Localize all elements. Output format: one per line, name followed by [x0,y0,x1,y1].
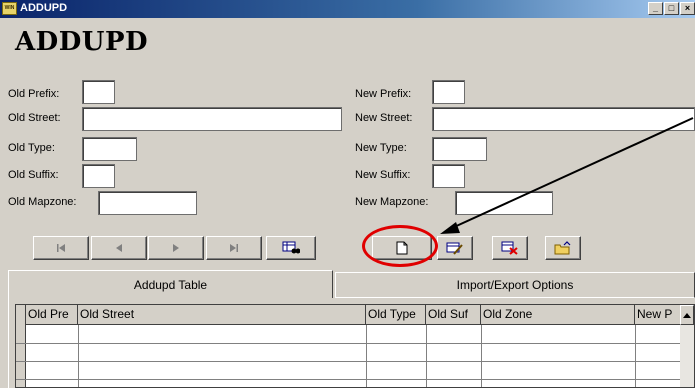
vertical-scrollbar[interactable] [680,325,694,387]
tab-addupd-table-label: Addupd Table [133,277,208,292]
column-header-old-zone[interactable]: Old Zone [481,305,635,325]
new-type-label: New Type: [355,142,407,154]
old-prefix-field[interactable] [82,80,115,104]
edit-record-button[interactable] [437,236,473,260]
new-prefix-label: New Prefix: [355,88,412,100]
old-street-label: Old Street: [8,112,61,124]
grid-line [426,325,427,387]
close-button[interactable]: × [680,2,695,15]
form-heading: ADDUPD [15,27,149,57]
old-mapzone-label: Old Mapzone: [8,196,77,208]
next-record-icon [173,244,179,252]
previous-record-icon [116,244,122,252]
next-record-button[interactable] [148,236,204,260]
new-suffix-field[interactable] [432,164,465,188]
scroll-up-icon [683,313,691,318]
new-street-field[interactable] [432,107,695,131]
column-header-old-type[interactable]: Old Type [366,305,426,325]
first-record-icon [57,244,65,252]
new-prefix-field[interactable] [432,80,465,104]
new-suffix-label: New Suffix: [355,169,411,181]
new-record-icon [396,241,408,255]
open-folder-button[interactable] [545,236,581,260]
maximize-button[interactable]: □ [664,2,679,15]
grid-line [78,325,79,387]
grid-line [16,379,694,380]
row-selector-column[interactable] [16,305,26,387]
window-title: ADDUPD [20,2,68,14]
old-type-field[interactable] [82,137,137,161]
column-header-old-suf[interactable]: Old Suf [426,305,481,325]
last-record-icon [230,244,238,252]
old-suffix-label: Old Suffix: [8,169,59,181]
grid-line [481,325,482,387]
old-type-label: Old Type: [8,142,55,154]
first-record-button[interactable] [33,236,89,260]
previous-record-button[interactable] [91,236,147,260]
minimize-button[interactable]: _ [648,2,663,15]
column-header-old-pre[interactable]: Old Pre [26,305,78,325]
tab-addupd-table[interactable]: Addupd Table [8,270,333,298]
grid-line [635,325,636,387]
open-folder-icon [554,241,571,255]
old-prefix-label: Old Prefix: [8,88,60,100]
grid-line [16,343,694,344]
grid-line [366,325,367,387]
new-mapzone-field[interactable] [455,191,553,215]
scroll-up-button[interactable] [680,305,694,325]
column-header-old-street[interactable]: Old Street [78,305,366,325]
app-icon: WIN [2,2,17,15]
old-suffix-field[interactable] [82,164,115,188]
find-button[interactable] [266,236,316,260]
title-bar: WIN ADDUPD _ □ × [0,0,695,18]
find-icon [282,241,300,254]
new-mapzone-label: New Mapzone: [355,196,429,208]
delete-record-button[interactable] [492,236,528,260]
new-street-label: New Street: [355,112,413,124]
delete-record-icon [501,241,518,255]
grid-line [16,361,694,362]
new-type-field[interactable] [432,137,487,161]
new-record-button[interactable] [372,236,432,260]
column-header-new-prefix[interactable]: New P [635,305,683,325]
tab-import-export-label: Import/Export Options [456,278,574,292]
last-record-button[interactable] [206,236,262,260]
old-street-field[interactable] [82,107,342,131]
old-mapzone-field[interactable] [98,191,197,215]
addupd-table-grid[interactable]: Old Pre Old Street Old Type Old Suf Old … [15,304,695,388]
tab-import-export-options[interactable]: Import/Export Options [335,272,695,298]
edit-record-icon [446,242,463,255]
